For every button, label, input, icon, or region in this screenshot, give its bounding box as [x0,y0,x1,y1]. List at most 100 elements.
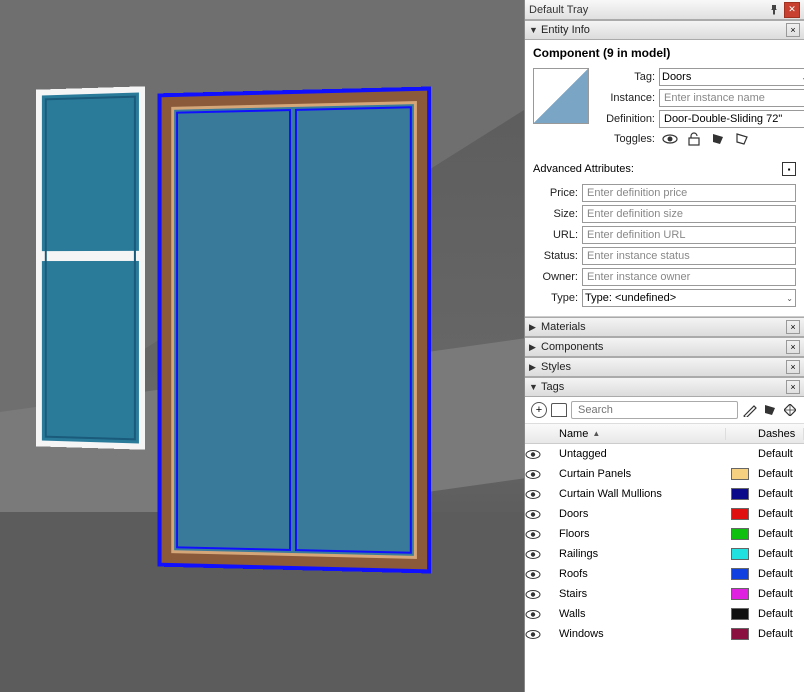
type-label: Type: [533,292,578,304]
visibility-eye-icon[interactable] [525,589,555,600]
visibility-eye-icon[interactable] [525,629,555,640]
door-panel-right [294,106,411,554]
owner-input[interactable] [582,268,796,286]
visibility-eye-icon[interactable] [525,489,555,500]
entity-info-header[interactable]: ▼ Entity Info × [525,20,804,40]
add-tag-icon[interactable]: + [531,402,547,418]
component-thumbnail[interactable] [533,68,589,124]
door-frame [171,101,417,559]
tag-dashes-value[interactable]: Default [754,588,804,600]
tag-dashes-value[interactable]: Default [754,448,804,460]
tag-dashes-value[interactable]: Default [754,468,804,480]
visibility-eye-icon[interactable] [525,569,555,580]
status-label: Status: [533,250,578,262]
tag-color-swatch[interactable] [726,508,754,520]
tag-color-swatch[interactable] [726,548,754,560]
door-component-selected[interactable] [158,87,432,574]
visibility-eye-icon[interactable] [525,509,555,520]
visibility-toggle-icon[interactable] [661,131,679,147]
components-header[interactable]: ▶ Components × [525,337,804,357]
status-input[interactable] [582,247,796,265]
advanced-collapse-icon[interactable]: ▪ [782,162,796,176]
shadow-cast-icon[interactable] [733,131,751,147]
visibility-eye-icon[interactable] [525,549,555,560]
tags-search-input[interactable] [571,401,738,419]
tag-color-swatch[interactable] [726,468,754,480]
default-tray: Default Tray ✕ ▼ Entity Info × Component… [524,0,804,692]
tag-row[interactable]: StairsDefault [525,584,804,604]
instance-label: Instance: [597,92,655,104]
visibility-eye-icon[interactable] [525,529,555,540]
panel-close-icon[interactable]: × [786,23,800,37]
tag-row[interactable]: Curtain PanelsDefault [525,464,804,484]
tag-color-swatch[interactable] [726,568,754,580]
tag-dashes-value[interactable]: Default [754,528,804,540]
tag-dashes-value[interactable]: Default [754,608,804,620]
tag-dashes-value[interactable]: Default [754,548,804,560]
name-column[interactable]: Name ▲ [555,428,726,440]
viewport-3d[interactable] [0,0,524,692]
tag-row[interactable]: Roofs Default [525,564,804,584]
tag-dashes-value[interactable]: Default [754,488,804,500]
instance-input[interactable] [659,89,804,107]
tag-dashes-value[interactable]: Default [754,508,804,520]
color-by-tag-icon[interactable] [742,402,758,418]
definition-label: Definition: [597,113,655,125]
tags-toolbar: + [525,397,804,424]
materials-header[interactable]: ▶ Materials × [525,317,804,337]
expand-arrow-icon: ▶ [529,322,541,333]
toggles-label: Toggles: [597,133,655,145]
tag-color-swatch[interactable] [726,628,754,640]
tags-list[interactable]: UntaggedDefaultCurtain PanelsDefaultCurt… [525,444,804,692]
tag-name-label: Roofs [555,568,726,580]
tag-dashes-value[interactable]: Default [754,628,804,640]
add-folder-icon[interactable] [551,403,567,417]
tag-color-swatch[interactable] [726,588,754,600]
pin-icon[interactable] [766,2,782,18]
lock-toggle-icon[interactable] [685,131,703,147]
tag-row[interactable]: DoorsDefault [525,504,804,524]
dashes-column[interactable]: Dashes [754,428,804,440]
shadow-receive-icon[interactable] [709,131,727,147]
close-icon[interactable]: ✕ [784,2,800,18]
size-input[interactable] [582,205,796,223]
window-component[interactable] [36,86,145,449]
price-input[interactable] [582,184,796,202]
tag-row[interactable]: UntaggedDefault [525,444,804,464]
panel-close-icon[interactable]: × [786,340,800,354]
tag-select[interactable]: Doors ⌄ [659,68,804,86]
expand-arrow-icon: ▶ [529,362,541,373]
tag-row[interactable]: WallsDefault [525,604,804,624]
component-summary: Component (9 in model) [533,46,796,60]
scene [0,0,524,692]
visibility-eye-icon[interactable] [525,469,555,480]
tag-color-swatch[interactable] [726,488,754,500]
tag-color-swatch[interactable] [726,608,754,620]
definition-input[interactable] [659,110,804,128]
styles-header[interactable]: ▶ Styles × [525,357,804,377]
url-input[interactable] [582,226,796,244]
type-select[interactable]: Type: <undefined> ⌄ [582,289,796,307]
tags-header[interactable]: ▼ Tags × [525,377,804,397]
tag-label: Tag: [597,71,655,83]
details-icon[interactable] [782,402,798,418]
panel-close-icon[interactable]: × [786,360,800,374]
tag-row[interactable]: FloorsDefault [525,524,804,544]
tag-value: Doors [662,71,691,83]
type-value: Type: <undefined> [585,292,676,304]
tag-dashes-value[interactable]: Default [754,568,804,580]
tray-titlebar[interactable]: Default Tray ✕ [525,0,804,20]
tag-row[interactable]: Curtain Wall MullionsDefault [525,484,804,504]
tag-name-label: Windows [555,628,726,640]
panel-close-icon[interactable]: × [786,320,800,334]
panel-close-icon[interactable]: × [786,380,800,394]
tag-row[interactable]: Windows Default [525,624,804,644]
purge-icon[interactable] [762,402,778,418]
tags-column-headers[interactable]: Name ▲ Dashes [525,424,804,444]
entity-info-body: Component (9 in model) Tag: Doors ⌄ Inst… [525,40,804,317]
tag-color-swatch[interactable] [726,528,754,540]
visibility-eye-icon[interactable] [525,449,555,460]
tag-row[interactable]: RailingsDefault [525,544,804,564]
visibility-eye-icon[interactable] [525,609,555,620]
chevron-down-icon: ⌄ [786,294,793,303]
